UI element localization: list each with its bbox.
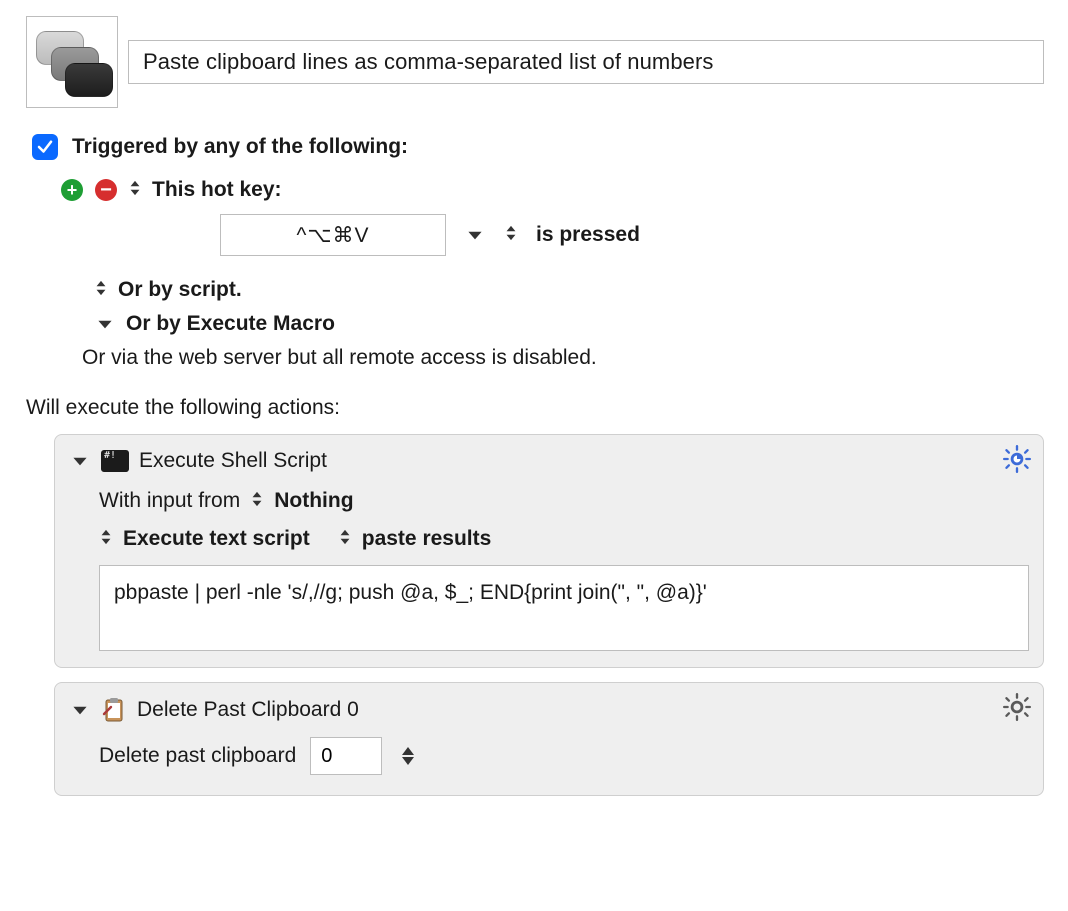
web-server-label: Or via the web server but all remote acc… [82, 346, 1044, 370]
enable-checkbox[interactable] [32, 134, 58, 160]
action-disclosure[interactable] [69, 450, 91, 472]
trigger-type-selector[interactable] [128, 178, 142, 202]
hotkey-menu[interactable] [464, 224, 486, 246]
input-source: Nothing [274, 489, 353, 513]
action-delete-past-clipboard[interactable]: Delete Past Clipboard 0 Delete past clip… [54, 682, 1044, 796]
hotkey-label: This hot key: [152, 178, 282, 202]
action-gear-icon[interactable] [1003, 445, 1031, 479]
input-from-label: With input from [99, 489, 240, 513]
hotkey-condition-select[interactable] [504, 223, 518, 247]
script-mode-select[interactable] [99, 527, 113, 551]
add-trigger-button[interactable]: + [60, 178, 84, 202]
action-title: Execute Shell Script [139, 449, 327, 473]
script-textarea[interactable]: pbpaste | perl -nle 's/,//g; push @a, $_… [99, 565, 1029, 651]
will-execute-label: Will execute the following actions: [26, 396, 1044, 420]
action-gear-icon[interactable] [1003, 693, 1031, 727]
script-mode: Execute text script [123, 527, 310, 551]
terminal-icon [101, 450, 129, 472]
hotkey-input[interactable]: ^⌥⌘V [220, 214, 446, 256]
triggered-label: Triggered by any of the following: [72, 135, 408, 159]
or-execute-macro-label: Or by Execute Macro [126, 312, 335, 336]
clipboard-index-stepper[interactable] [396, 737, 420, 775]
clipboard-index-input[interactable] [310, 737, 382, 775]
remove-trigger-button[interactable]: − [94, 178, 118, 202]
macro-icon[interactable] [26, 16, 118, 108]
input-source-select[interactable] [250, 489, 264, 513]
action-execute-shell-script[interactable]: Execute Shell Script With input from [54, 434, 1044, 668]
macro-title-input[interactable] [128, 40, 1044, 84]
clipboard-icon [101, 697, 127, 723]
hotkey-condition: is pressed [536, 223, 640, 247]
or-script-select[interactable] [94, 278, 108, 302]
action-title: Delete Past Clipboard 0 [137, 698, 359, 722]
hotkey-display: ^⌥⌘V [296, 223, 369, 248]
action-disclosure[interactable] [69, 699, 91, 721]
output-mode: paste results [362, 527, 492, 551]
or-script-label: Or by script. [118, 278, 242, 302]
output-mode-select[interactable] [338, 527, 352, 551]
delete-clipboard-label: Delete past clipboard [99, 744, 296, 768]
or-execute-macro-disclosure[interactable] [94, 313, 116, 335]
